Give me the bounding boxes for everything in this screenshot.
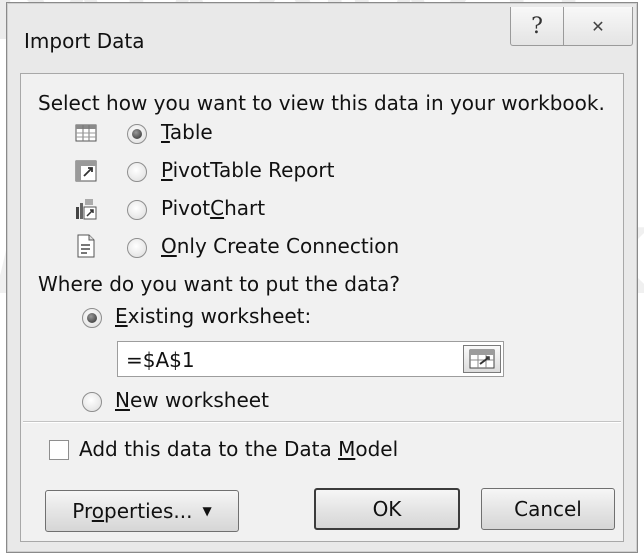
separator <box>23 421 621 423</box>
option-connection-label[interactable]: Only Create Connection <box>161 234 399 258</box>
ok-button[interactable]: OK <box>314 488 460 530</box>
radio-only-create-connection[interactable] <box>127 238 147 258</box>
properties-button[interactable]: Properties... ▼ <box>45 490 239 532</box>
dropdown-arrow-icon: ▼ <box>202 504 212 518</box>
cell-reference-input[interactable]: =$A$1 <box>117 341 504 377</box>
properties-label: Properties... <box>72 499 193 523</box>
close-button[interactable]: ✕ <box>563 7 632 45</box>
dialog-content: Select how you want to view this data in… <box>20 73 624 542</box>
cell-reference-value: =$A$1 <box>126 348 195 372</box>
radio-pivotchart[interactable] <box>127 200 147 220</box>
option-table-label[interactable]: Table <box>161 120 213 144</box>
range-select-icon <box>469 349 495 369</box>
dialog-title: Import Data <box>24 29 145 53</box>
view-prompt: Select how you want to view this data in… <box>38 91 605 115</box>
radio-table[interactable] <box>127 124 147 144</box>
option-pivotchart-label[interactable]: PivotChart <box>161 196 265 220</box>
table-icon <box>75 124 97 142</box>
titlebar-buttons: ? ✕ <box>510 7 633 46</box>
import-data-dialog: Import Data ? ✕ Select how you want to v… <box>6 2 638 553</box>
radio-new-worksheet[interactable] <box>82 392 102 412</box>
existing-worksheet-label[interactable]: Existing worksheet: <box>115 304 311 328</box>
connection-icon <box>77 234 95 258</box>
radio-existing-worksheet[interactable] <box>82 308 102 328</box>
collapse-dialog-button[interactable] <box>463 345 501 373</box>
help-icon: ? <box>531 13 543 39</box>
location-prompt: Where do you want to put the data? <box>38 272 400 296</box>
data-model-checkbox[interactable] <box>49 440 69 460</box>
option-pivottable-label[interactable]: PivotTable Report <box>161 158 334 182</box>
help-button[interactable]: ? <box>511 7 563 45</box>
close-icon: ✕ <box>591 16 605 36</box>
pivottable-icon <box>75 160 97 182</box>
new-worksheet-label[interactable]: New worksheet <box>115 388 269 412</box>
data-model-label[interactable]: Add this data to the Data Model <box>79 437 398 461</box>
pivotchart-icon <box>76 199 97 220</box>
cancel-button[interactable]: Cancel <box>481 488 615 530</box>
dialog-titlebar: Import Data ? ✕ <box>7 3 637 67</box>
radio-pivottable-report[interactable] <box>127 162 147 182</box>
